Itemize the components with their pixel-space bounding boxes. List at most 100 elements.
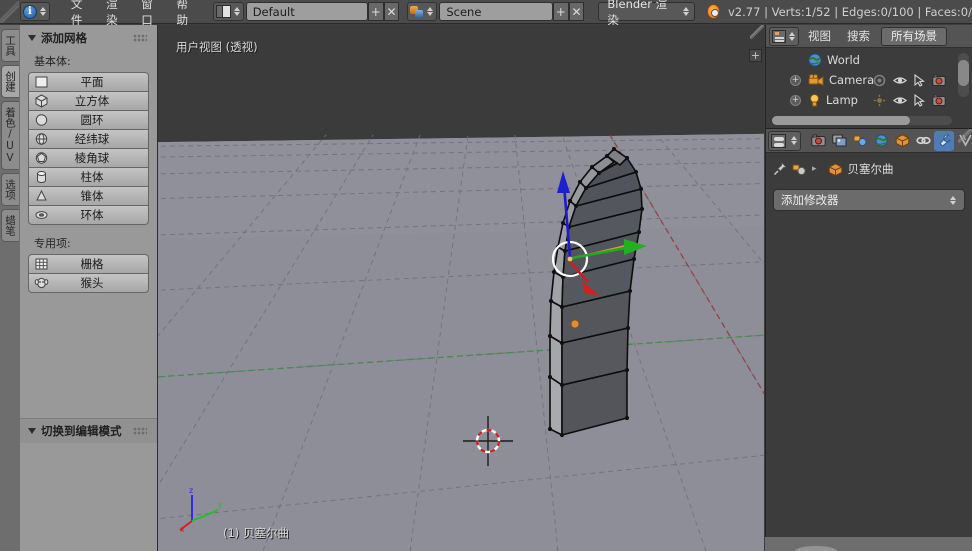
panel-add-mesh-title: 添加网格 (41, 30, 87, 46)
outliner-editor-type-button[interactable] (769, 27, 799, 46)
viewport-3d[interactable]: 用户视图 (透视) (1) 贝塞尔曲 + z y x (158, 25, 764, 551)
render-engine-select[interactable]: Blender 渲染 (598, 2, 694, 21)
outliner-scope-select[interactable]: 所有场景 (881, 27, 947, 46)
panel-edit-mode-header[interactable]: 切换到编辑模式 (20, 418, 157, 443)
add-scene-button[interactable]: + (553, 2, 569, 21)
add-modifier-dropdown[interactable]: 添加修改器 (773, 189, 965, 211)
uv-sphere-icon (30, 130, 52, 148)
lamp-data-icon[interactable] (932, 94, 946, 107)
add-circle-label: 圆环 (52, 112, 148, 128)
lamp-icon (808, 93, 821, 107)
add-cylinder-label: 柱体 (52, 169, 148, 185)
breadcrumb-scene-icon[interactable] (792, 163, 807, 176)
render-engine-spinner[interactable] (682, 7, 690, 16)
tab-grease-pencil[interactable]: 蜡笔 (1, 209, 19, 242)
add-modifier-spinner[interactable] (949, 196, 957, 205)
scene-icon (410, 5, 424, 19)
cursor-icon[interactable] (914, 94, 925, 107)
blender-logo-icon (707, 4, 720, 19)
cursor-icon[interactable] (914, 74, 925, 87)
add-ico-sphere-button[interactable]: 棱角球 (28, 148, 149, 168)
render-engine-label: Blender 渲染 (607, 0, 676, 28)
tab-options[interactable]: 选项 (1, 173, 19, 206)
viewport-canvas[interactable] (158, 25, 764, 551)
breadcrumb-arrow: ▸ (812, 164, 817, 174)
properties-tab-object[interactable] (892, 131, 912, 151)
editor-type-spinner[interactable] (39, 7, 47, 16)
add-screen-layout-button[interactable]: + (368, 2, 384, 21)
outliner-label-camera: Camera (829, 73, 874, 87)
restrict-render-icon[interactable] (873, 94, 886, 107)
scrollbar-thumb[interactable] (772, 116, 910, 125)
restrict-render-icon[interactable] (873, 74, 886, 87)
pin-icon[interactable] (773, 162, 787, 176)
add-cone-button[interactable]: 锥体 (28, 186, 149, 206)
add-monkey-button[interactable]: 猴头 (28, 273, 149, 293)
properties-tab-modifiers[interactable] (934, 131, 954, 151)
eye-icon[interactable] (893, 75, 907, 86)
properties-corner-grip[interactable] (958, 129, 972, 143)
scene-name-field[interactable]: Scene (439, 2, 553, 21)
eye-icon[interactable] (893, 95, 907, 106)
outliner-menu-search[interactable]: 搜索 (840, 26, 877, 46)
outliner-editor: 视图 搜索 所有场景 World + (765, 25, 972, 128)
properties-tab-render-layers[interactable] (829, 131, 849, 151)
n-panel-toggle-button[interactable]: + (749, 49, 762, 62)
camera-data-icon[interactable] (932, 74, 946, 87)
outliner-menu-view[interactable]: 视图 (801, 26, 838, 46)
add-uv-sphere-button[interactable]: 经纬球 (28, 129, 149, 149)
viewport-corner-grip[interactable] (750, 25, 764, 39)
scene-datablock-button[interactable] (407, 2, 437, 21)
delete-screen-layout-button[interactable]: ✕ (384, 2, 400, 21)
wrench-icon (937, 134, 952, 147)
outliner-vertical-scrollbar[interactable] (958, 53, 969, 97)
info-editor-type-button[interactable]: i (20, 2, 50, 21)
axis-z-label: z (189, 486, 193, 495)
add-cone-label: 锥体 (52, 188, 148, 204)
properties-editor-spinner[interactable] (790, 136, 798, 145)
tool-shelf: 工具 创建 着色/UV 选项 蜡笔 添加网格 基本体: 平面 (0, 25, 158, 551)
add-grid-button[interactable]: 栅格 (28, 254, 149, 274)
expand-icon[interactable]: + (790, 75, 801, 86)
properties-tab-render[interactable] (808, 131, 828, 151)
properties-bottom-strip (765, 537, 972, 551)
selected-vertex (571, 320, 579, 328)
expand-icon[interactable]: + (790, 95, 801, 106)
window-corner-grip[interactable] (0, 1, 19, 23)
tab-create[interactable]: 创建 (1, 65, 19, 98)
add-cube-button[interactable]: 立方体 (28, 91, 149, 111)
screen-layout-field[interactable]: Default (246, 2, 368, 21)
outliner-row-camera[interactable]: + Camera (766, 70, 972, 90)
properties-editor-type-button[interactable] (768, 131, 801, 151)
partial-widget-blob (795, 546, 837, 551)
add-grid-label: 栅格 (52, 256, 148, 272)
axis-gizmo-icon: z y x (178, 485, 224, 533)
screen-layout-type-button[interactable] (213, 2, 244, 21)
properties-tab-constraints[interactable] (913, 131, 933, 151)
scene-spinner[interactable] (426, 7, 434, 16)
outliner-horizontal-scrollbar[interactable] (772, 116, 952, 125)
add-torus-label: 环体 (52, 207, 148, 223)
outliner-row-world[interactable]: World (766, 50, 972, 70)
add-torus-button[interactable]: 环体 (28, 205, 149, 225)
outliner-row-lamp[interactable]: + Lamp (766, 90, 972, 110)
properties-context-icon (771, 134, 786, 148)
screen-layout-spinner[interactable] (233, 7, 241, 16)
tab-shading-uv[interactable]: 着色/UV (1, 101, 19, 170)
add-plane-button[interactable]: 平面 (28, 72, 149, 92)
panel-edit-mode-container: 切换到编辑模式 (20, 418, 157, 443)
ico-sphere-icon (30, 149, 52, 167)
panel-grip-dots[interactable] (133, 34, 147, 42)
chevron-down-icon (28, 428, 36, 434)
panel-grip-dots[interactable] (133, 427, 147, 435)
properties-tab-world[interactable] (871, 131, 891, 151)
outliner-editor-spinner[interactable] (788, 32, 796, 41)
add-circle-button[interactable]: 圆环 (28, 110, 149, 130)
add-cylinder-button[interactable]: 柱体 (28, 167, 149, 187)
scrollbar-thumb[interactable] (958, 60, 969, 86)
delete-scene-button[interactable]: ✕ (569, 2, 585, 21)
add-plane-label: 平面 (52, 74, 148, 90)
tab-tools[interactable]: 工具 (1, 29, 19, 62)
panel-add-mesh-header[interactable]: 添加网格 (20, 25, 157, 49)
properties-tab-scene[interactable] (850, 131, 870, 151)
